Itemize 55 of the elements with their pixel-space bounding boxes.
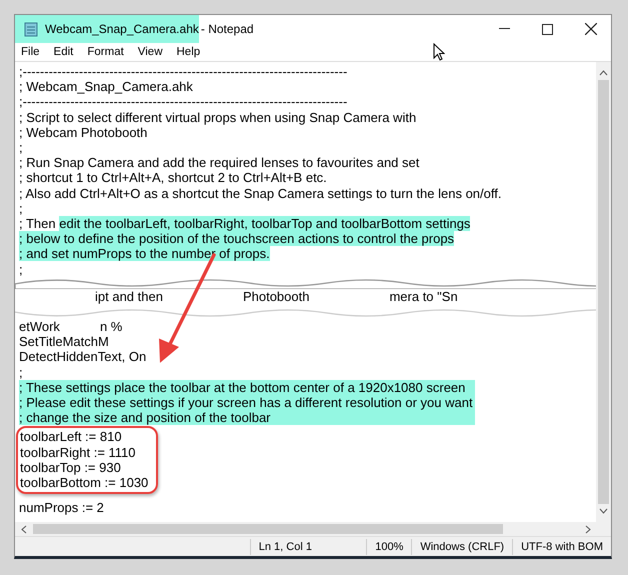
code-text: ; Then	[19, 216, 57, 232]
mouse-cursor-icon	[433, 43, 445, 61]
code-text: etWork	[19, 319, 60, 334]
code-text: ;	[19, 200, 23, 216]
code-text: ;	[19, 262, 23, 277]
code-text: numProps := 2	[19, 500, 105, 516]
scroll-right-icon[interactable]	[585, 524, 591, 534]
code-text: edit the toolbarLeft, toolbarRight, toolbarTop and toolbarBottom settings	[59, 216, 470, 232]
code-text: ; below to define the position of the touchscreen actions to control the props	[19, 231, 454, 246]
code-fragment: mera to "Sn	[389, 288, 458, 304]
code-text: ;---------------------------------------------------------------------------	[19, 64, 348, 79]
code-text: ; Script to select different virtual props when using Snap Camera with	[19, 110, 416, 125]
code-fragment: ipt and then	[95, 288, 163, 304]
code-text: SetTitleMatchM	[19, 334, 109, 350]
status-text: UTF-8 with BOM	[512, 538, 611, 554]
app-name: - Notepad	[200, 22, 254, 36]
status-text: Ln 1, Col 1	[250, 538, 366, 554]
code-text: ; Webcam Photobooth	[19, 124, 148, 140]
code-text: toolbarLeft := 810	[20, 429, 123, 445]
code-text: ; Webcam_Snap_Camera.ahk	[19, 79, 193, 94]
code-text: toolbarTop := 930	[20, 460, 122, 476]
code-text: ;---------------------------------------------------------------------------	[19, 94, 348, 110]
scrollbar-thumb[interactable]	[598, 80, 609, 504]
status-text: 100%	[366, 538, 412, 554]
code-text: ;	[19, 364, 23, 380]
code-text: toolbarBottom := 1030	[20, 475, 148, 490]
scroll-left-icon[interactable]	[21, 524, 27, 534]
code-fragment: Photobooth	[242, 288, 310, 304]
window-title: Webcam_Snap_Camera.ahk	[45, 22, 199, 36]
status-text: Windows (CRLF)	[411, 538, 512, 554]
code-text: toolbarRight := 1110	[20, 444, 137, 460]
menu-item[interactable]: Edit	[54, 46, 74, 58]
menu-item[interactable]: Help	[176, 46, 200, 58]
code-text: ; These settings place the toolbar at the bottom center of a 1920x1080 screen	[19, 380, 475, 396]
code-text: DetectHiddenText, On	[19, 349, 146, 364]
code-text: ; Run Snap Camera and add the required lenses to favourites and set	[19, 155, 420, 170]
scroll-up-icon[interactable]	[599, 70, 608, 76]
scroll-down-icon[interactable]	[599, 508, 608, 514]
minimize-icon[interactable]	[499, 28, 510, 30]
close-icon[interactable]	[585, 23, 597, 35]
code-text: ; change the size and position of the toolbar	[19, 410, 475, 426]
maximize-icon[interactable]	[542, 24, 553, 34]
horizontal-scrollbar[interactable]	[15, 522, 611, 536]
code-text: ; Also add Ctrl+Alt+O as a shortcut the Snap Camera settings to turn the lens on/off.	[19, 186, 502, 201]
notepad-icon	[23, 21, 39, 37]
code-text: ;	[19, 140, 23, 156]
code-text: ; and set numProps to the number of props.	[19, 246, 270, 262]
code-text: ; shortcut 1 to Ctrl+Alt+A, shortcut 2 to Ctrl+Alt+B etc.	[19, 170, 327, 186]
code-fragment: n %	[100, 319, 122, 334]
menu-item[interactable]: Format	[87, 46, 124, 58]
menu-item[interactable]: View	[138, 46, 162, 58]
scrollbar-thumb[interactable]	[33, 524, 503, 534]
vertical-scrollbar[interactable]	[596, 62, 611, 522]
code-text: ; Please edit these settings if your screen has a different resolution or you want	[19, 395, 475, 410]
menu-item[interactable]: File	[21, 46, 40, 58]
